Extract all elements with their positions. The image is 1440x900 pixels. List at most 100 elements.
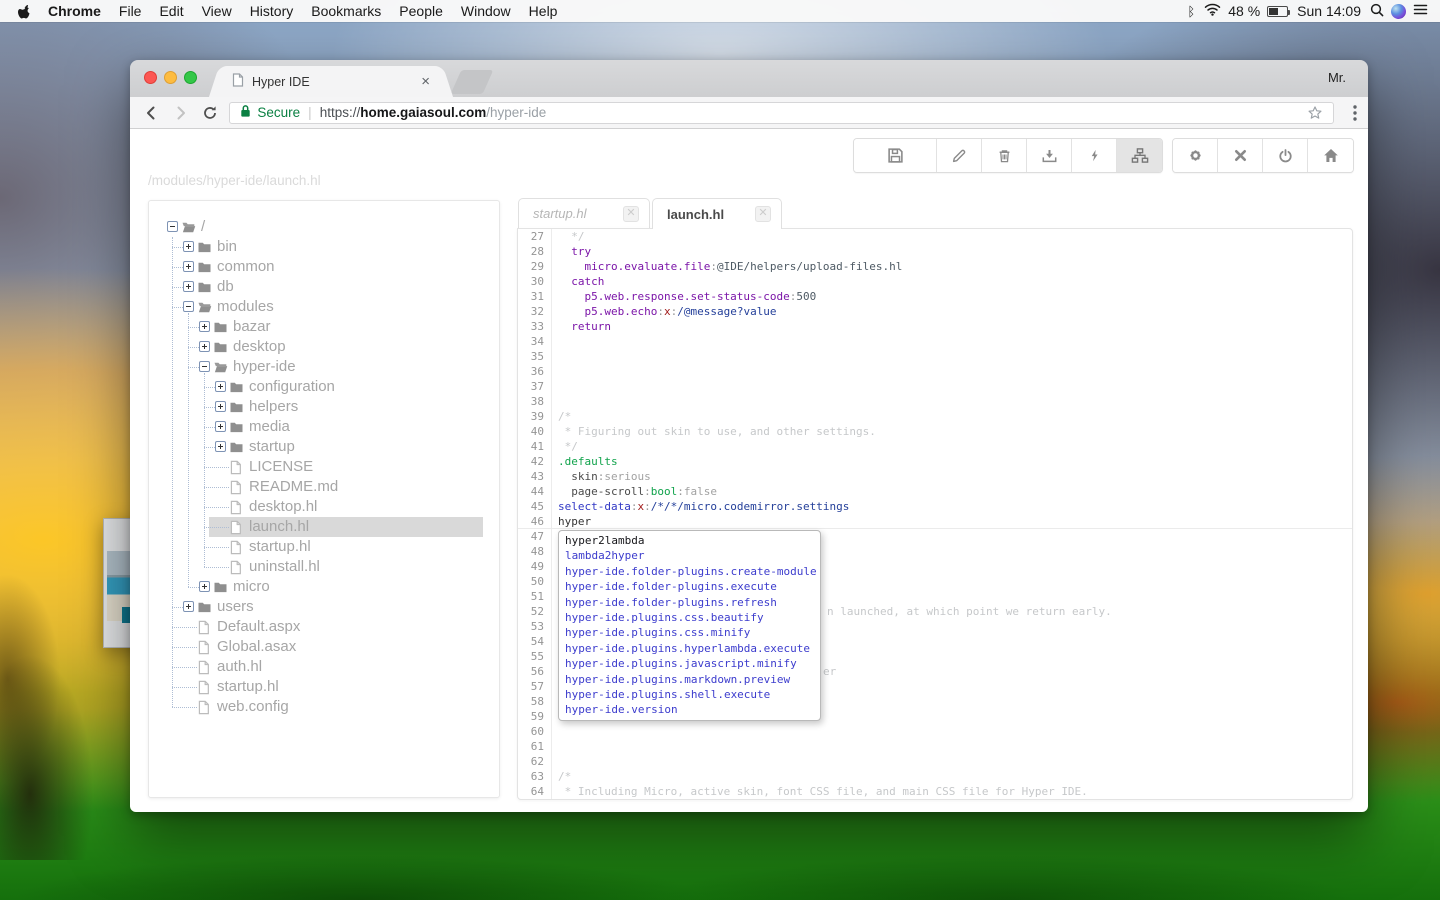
tree-item-configuration[interactable]: configuration xyxy=(149,377,499,397)
code-line-37[interactable]: 37 xyxy=(518,379,1352,394)
tree-expander-minus-icon[interactable] xyxy=(199,361,210,372)
autocomplete-item[interactable]: hyper-ide.plugins.shell.execute xyxy=(559,687,820,702)
tree-item-web-config[interactable]: web.config xyxy=(149,697,499,717)
tree-item-media[interactable]: media xyxy=(149,417,499,437)
autocomplete-item[interactable]: hyper-ide.plugins.hyperlambda.execute xyxy=(559,641,820,656)
tree-expander-plus-icon[interactable] xyxy=(215,421,226,432)
window-close-button[interactable] xyxy=(144,71,157,84)
tree-expander-plus-icon[interactable] xyxy=(215,441,226,452)
close-button[interactable] xyxy=(1218,139,1263,172)
settings-button[interactable] xyxy=(1173,139,1218,172)
code-line-30[interactable]: 30 catch xyxy=(518,274,1352,289)
code-line-63[interactable]: 63/* xyxy=(518,769,1352,784)
tree-item-default-aspx[interactable]: Default.aspx xyxy=(149,617,499,637)
power-button[interactable] xyxy=(1263,139,1308,172)
tree-item-helpers[interactable]: helpers xyxy=(149,397,499,417)
wifi-icon[interactable] xyxy=(1204,3,1221,19)
forward-icon[interactable] xyxy=(166,104,196,122)
tree-expander-plus-icon[interactable] xyxy=(215,381,226,392)
autocomplete-item[interactable]: hyper-ide.folder-plugins.execute xyxy=(559,579,820,594)
code-line-31[interactable]: 31 p5.web.response.set-status-code:500 xyxy=(518,289,1352,304)
execute-button[interactable] xyxy=(1072,139,1117,172)
menu-people[interactable]: People xyxy=(390,3,452,19)
code-line-39[interactable]: 39/* xyxy=(518,409,1352,424)
code-line-46[interactable]: 46hyper xyxy=(518,514,1352,529)
new-tab-button[interactable] xyxy=(451,70,494,94)
tree-item-root[interactable]: / xyxy=(149,217,499,237)
tree-item-readme-md[interactable]: README.md xyxy=(149,477,499,497)
code-line-43[interactable]: 43 skin:serious xyxy=(518,469,1352,484)
tree-view-button[interactable] xyxy=(1117,139,1162,172)
bluetooth-icon[interactable]: ᛒ xyxy=(1185,4,1197,19)
menu-bookmarks[interactable]: Bookmarks xyxy=(302,3,390,19)
tree-item-startup-hl[interactable]: startup.hl xyxy=(149,677,499,697)
menubar-clock[interactable]: Sun 14:09 xyxy=(1295,3,1363,19)
code-line-61[interactable]: 61 xyxy=(518,739,1352,754)
back-icon[interactable] xyxy=(136,104,166,122)
tree-expander-plus-icon[interactable] xyxy=(215,401,226,412)
code-line-36[interactable]: 36 xyxy=(518,364,1352,379)
tree-expander-plus-icon[interactable] xyxy=(199,341,210,352)
tree-item-launch-hl[interactable]: launch.hl xyxy=(149,517,499,537)
autocomplete-item[interactable]: hyper-ide.version xyxy=(559,702,820,717)
autocomplete-item[interactable]: hyper-ide.plugins.css.beautify xyxy=(559,610,820,625)
tree-expander-plus-icon[interactable] xyxy=(183,241,194,252)
browser-tab[interactable]: Hyper IDE × xyxy=(222,66,440,97)
code-line-32[interactable]: 32 p5.web.echo:x:/@message?value xyxy=(518,304,1352,319)
siri-icon[interactable] xyxy=(1391,4,1406,19)
browser-menu-icon[interactable] xyxy=(1342,104,1368,122)
delete-button[interactable] xyxy=(982,139,1027,172)
tree-item-bin[interactable]: bin xyxy=(149,237,499,257)
tree-item-startup[interactable]: startup xyxy=(149,437,499,457)
code-line-35[interactable]: 35 xyxy=(518,349,1352,364)
autocomplete-item[interactable]: hyper-ide.folder-plugins.create-module xyxy=(559,564,820,579)
spotlight-search-icon[interactable] xyxy=(1370,3,1384,20)
menu-history[interactable]: History xyxy=(241,3,303,19)
tree-item-auth-hl[interactable]: auth.hl xyxy=(149,657,499,677)
menu-window[interactable]: Window xyxy=(452,3,520,19)
download-button[interactable] xyxy=(1027,139,1072,172)
autocomplete-item[interactable]: lambda2hyper xyxy=(559,548,820,563)
tree-item-common[interactable]: common xyxy=(149,257,499,277)
editor-tab-close-icon[interactable]: ✕ xyxy=(623,206,639,222)
menu-edit[interactable]: Edit xyxy=(150,3,192,19)
tree-item-modules[interactable]: modules xyxy=(149,297,499,317)
code-line-27[interactable]: 27 */ xyxy=(518,229,1352,244)
address-bar[interactable]: Secure | https:// home.gaiasoul.com /hyp… xyxy=(229,102,1334,124)
tree-item-db[interactable]: db xyxy=(149,277,499,297)
code-line-33[interactable]: 33 return xyxy=(518,319,1352,334)
autocomplete-item[interactable]: hyper-ide.folder-plugins.refresh xyxy=(559,595,820,610)
tree-item-global-asax[interactable]: Global.asax xyxy=(149,637,499,657)
tree-item-bazar[interactable]: bazar xyxy=(149,317,499,337)
notification-center-icon[interactable] xyxy=(1413,3,1428,19)
autocomplete-item[interactable]: hyper-ide.plugins.markdown.preview xyxy=(559,672,820,687)
code-line-42[interactable]: 42.defaults xyxy=(518,454,1352,469)
tree-expander-minus-icon[interactable] xyxy=(167,221,178,232)
edit-button[interactable] xyxy=(937,139,982,172)
bookmark-star-icon[interactable] xyxy=(1307,105,1323,121)
tree-item-license[interactable]: LICENSE xyxy=(149,457,499,477)
menu-view[interactable]: View xyxy=(193,3,241,19)
code-line-41[interactable]: 41 */ xyxy=(518,439,1352,454)
apple-menu-icon[interactable] xyxy=(18,4,31,19)
code-line-45[interactable]: 45select-data:x:/*/*/micro.codemirror.se… xyxy=(518,499,1352,514)
reload-icon[interactable] xyxy=(196,104,226,122)
profile-name[interactable]: Mr. xyxy=(1328,70,1346,85)
tab-close-icon[interactable]: × xyxy=(421,74,430,89)
menu-chrome[interactable]: Chrome xyxy=(39,3,110,19)
tree-expander-plus-icon[interactable] xyxy=(199,581,210,592)
code-line-28[interactable]: 28 try xyxy=(518,244,1352,259)
tree-item-desktop[interactable]: desktop xyxy=(149,337,499,357)
tree-item-uninstall-hl[interactable]: uninstall.hl xyxy=(149,557,499,577)
code-line-29[interactable]: 29 micro.evaluate.file:@IDE/helpers/uplo… xyxy=(518,259,1352,274)
menu-help[interactable]: Help xyxy=(520,3,567,19)
window-minimize-button[interactable] xyxy=(164,71,177,84)
editor-tab-launch[interactable]: launch.hl ✕ xyxy=(652,198,782,229)
tree-item-desktop-hl[interactable]: desktop.hl xyxy=(149,497,499,517)
tree-item-startup-hl[interactable]: startup.hl xyxy=(149,537,499,557)
tree-expander-plus-icon[interactable] xyxy=(183,261,194,272)
autocomplete-item[interactable]: hyper-ide.plugins.css.minify xyxy=(559,625,820,640)
tree-item-micro[interactable]: micro xyxy=(149,577,499,597)
code-line-60[interactable]: 60 xyxy=(518,724,1352,739)
tree-expander-plus-icon[interactable] xyxy=(183,281,194,292)
